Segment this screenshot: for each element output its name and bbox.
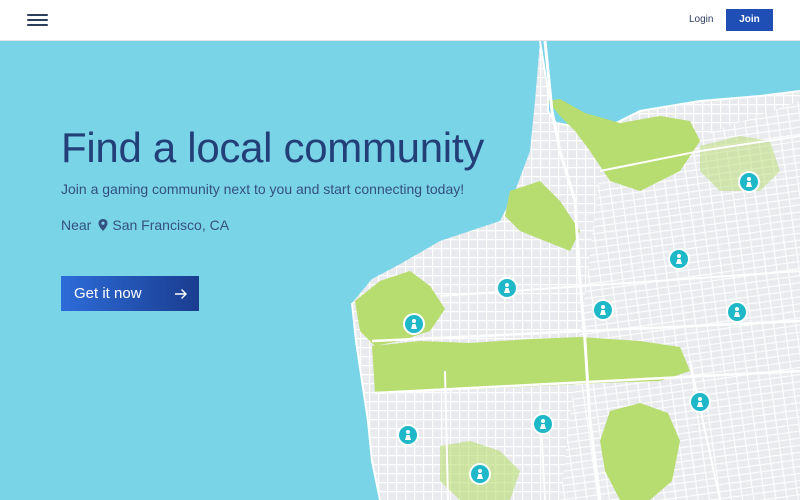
top-navbar: Login Join [0,0,800,41]
hero-section: Find a local community Join a gaming com… [61,124,484,311]
community-marker[interactable] [726,301,748,323]
map-pin-icon [98,219,108,231]
hero-subtitle: Join a gaming community next to you and … [61,181,465,197]
get-it-now-button[interactable]: Get it now [61,276,199,311]
cta-label: Get it now [74,285,142,302]
community-marker[interactable] [403,313,425,335]
location-row: Near San Francisco, CA [61,217,229,233]
hero-title: Find a local community [61,124,484,171]
hamburger-menu-icon[interactable] [27,13,49,29]
join-button[interactable]: Join [726,9,773,31]
location-value[interactable]: San Francisco, CA [112,217,229,233]
community-marker[interactable] [689,391,711,413]
community-marker[interactable] [469,463,491,485]
community-marker[interactable] [668,248,690,270]
community-marker[interactable] [532,413,554,435]
community-marker[interactable] [738,171,760,193]
arrow-right-icon [175,288,187,299]
community-marker[interactable] [592,299,614,321]
community-marker[interactable] [496,277,518,299]
login-link[interactable]: Login [689,14,713,25]
community-marker[interactable] [397,424,419,446]
near-label: Near [61,217,92,233]
